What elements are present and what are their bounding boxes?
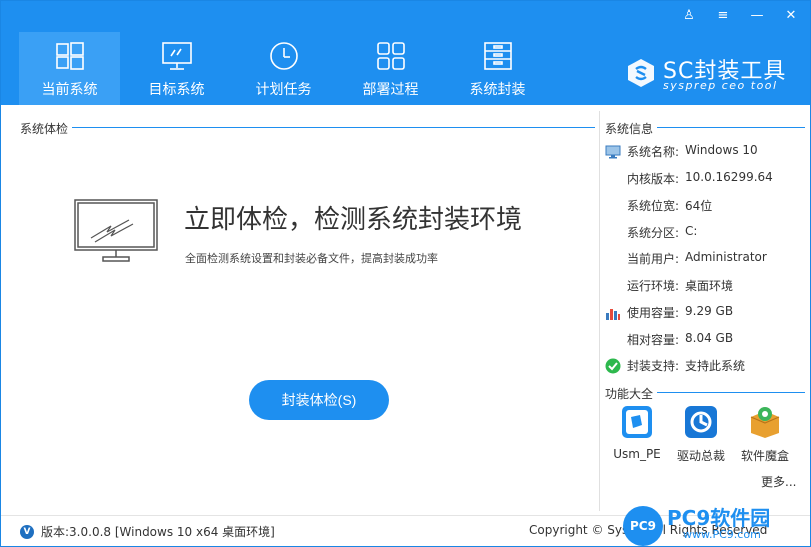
info-value: 10.0.16299.64 <box>685 170 773 184</box>
monitor-icon <box>74 199 158 262</box>
tools-grid: Usm_PE 驱动总裁 软件魔盒 <box>605 405 805 465</box>
tab-label: 当前系统 <box>41 82 98 98</box>
info-value: 支持此系统 <box>685 359 746 373</box>
info-key: 使用容量: <box>627 306 680 320</box>
tool-label: 软件魔盒 <box>740 449 789 463</box>
archive-box-icon <box>484 42 512 70</box>
check-subline: 全面检测系统设置和封装必备文件，提高封装成功率 <box>185 252 438 265</box>
check-headline: 立即体检，检测系统封装环境 <box>184 205 523 235</box>
info-key: 系统分区: <box>627 226 680 240</box>
version-text: 版本:3.0.0.8 [Windows 10 x64 桌面环境] <box>41 525 275 539</box>
info-value: C: <box>685 224 698 238</box>
monitor-icon <box>162 42 192 70</box>
info-value: 9.29 GB <box>685 304 734 318</box>
tools-section-title: 功能大全 <box>605 385 658 402</box>
menu-icon[interactable]: ≡ <box>708 5 738 27</box>
clock-icon <box>270 42 298 70</box>
tab-label: 系统封装 <box>469 82 526 98</box>
tool-label: Usm_PE <box>613 447 661 461</box>
panel-divider <box>599 111 600 511</box>
app-window: ♙ ≡ — ✕ 当前系统 目标系统 计划任务 部署过程 系统封装 SC封装工具 … <box>0 0 811 547</box>
version-icon: V <box>20 525 34 539</box>
info-value: 8.04 GB <box>685 331 734 345</box>
watermark-badge: PC9 <box>623 506 663 546</box>
info-section-title: 系统信息 <box>605 120 658 137</box>
software-box-icon <box>750 407 780 438</box>
info-value: 桌面环境 <box>685 279 734 293</box>
tab-label: 部署过程 <box>362 82 419 98</box>
driver-tool-icon <box>685 406 717 438</box>
info-key: 封装支持: <box>627 359 680 373</box>
info-key: 内核版本: <box>627 172 680 186</box>
check-section-line <box>20 127 595 128</box>
usm-pe-icon <box>622 406 652 438</box>
monitor-icon <box>605 145 621 159</box>
info-key: 相对容量: <box>627 333 680 347</box>
tab-label: 计划任务 <box>255 82 312 98</box>
main-tabs: 当前系统 目标系统 计划任务 部署过程 系统封装 <box>19 32 554 105</box>
tab-current-system[interactable]: 当前系统 <box>19 32 120 105</box>
info-key: 运行环境: <box>627 279 680 293</box>
watermark-title: PC9软件园 <box>667 506 771 530</box>
user-icon[interactable]: ♙ <box>674 5 704 27</box>
windows-logo-icon <box>56 42 84 70</box>
bar-chart-icon <box>606 309 620 320</box>
tab-target-system[interactable]: 目标系统 <box>126 32 227 105</box>
watermark: PC9 PC9软件园 www.PC9.com <box>623 500 810 546</box>
tab-deploy-process[interactable]: 部署过程 <box>340 32 441 105</box>
close-button[interactable]: ✕ <box>776 5 806 27</box>
logo-subtitle: sysprep ceo tool <box>663 79 778 92</box>
info-key: 系统位宽: <box>627 199 680 213</box>
watermark-subtitle: www.PC9.com <box>683 528 761 541</box>
info-value: 64位 <box>685 199 713 213</box>
info-key: 系统名称: <box>627 145 680 159</box>
grid-squares-icon <box>377 42 405 70</box>
app-logo: SC封装工具 sysprep ceo tool <box>625 53 795 93</box>
header-bar: ♙ ≡ — ✕ 当前系统 目标系统 计划任务 部署过程 系统封装 SC封装工具 … <box>1 1 810 105</box>
more-tools-link[interactable]: 更多... <box>761 473 796 490</box>
tool-usm-pe[interactable]: Usm_PE <box>605 405 669 461</box>
minimize-button[interactable]: — <box>742 5 772 27</box>
tool-label: 驱动总裁 <box>676 449 725 463</box>
info-value: Administrator <box>685 250 767 264</box>
tab-scheduled-tasks[interactable]: 计划任务 <box>233 32 334 105</box>
info-value: Windows 10 <box>685 143 758 157</box>
check-section-title: 系统体检 <box>20 120 73 137</box>
tool-driver-master[interactable]: 驱动总裁 <box>669 405 733 464</box>
check-circle-icon <box>605 358 621 374</box>
window-controls: ♙ ≡ — ✕ <box>674 5 806 27</box>
package-check-button[interactable]: 封装体检(S) <box>249 380 389 420</box>
tool-software-box[interactable]: 软件魔盒 <box>733 405 797 464</box>
logo-mark-icon <box>628 59 654 87</box>
info-key: 当前用户: <box>627 252 680 266</box>
tab-label: 目标系统 <box>148 82 205 98</box>
tab-system-package[interactable]: 系统封装 <box>447 32 548 105</box>
